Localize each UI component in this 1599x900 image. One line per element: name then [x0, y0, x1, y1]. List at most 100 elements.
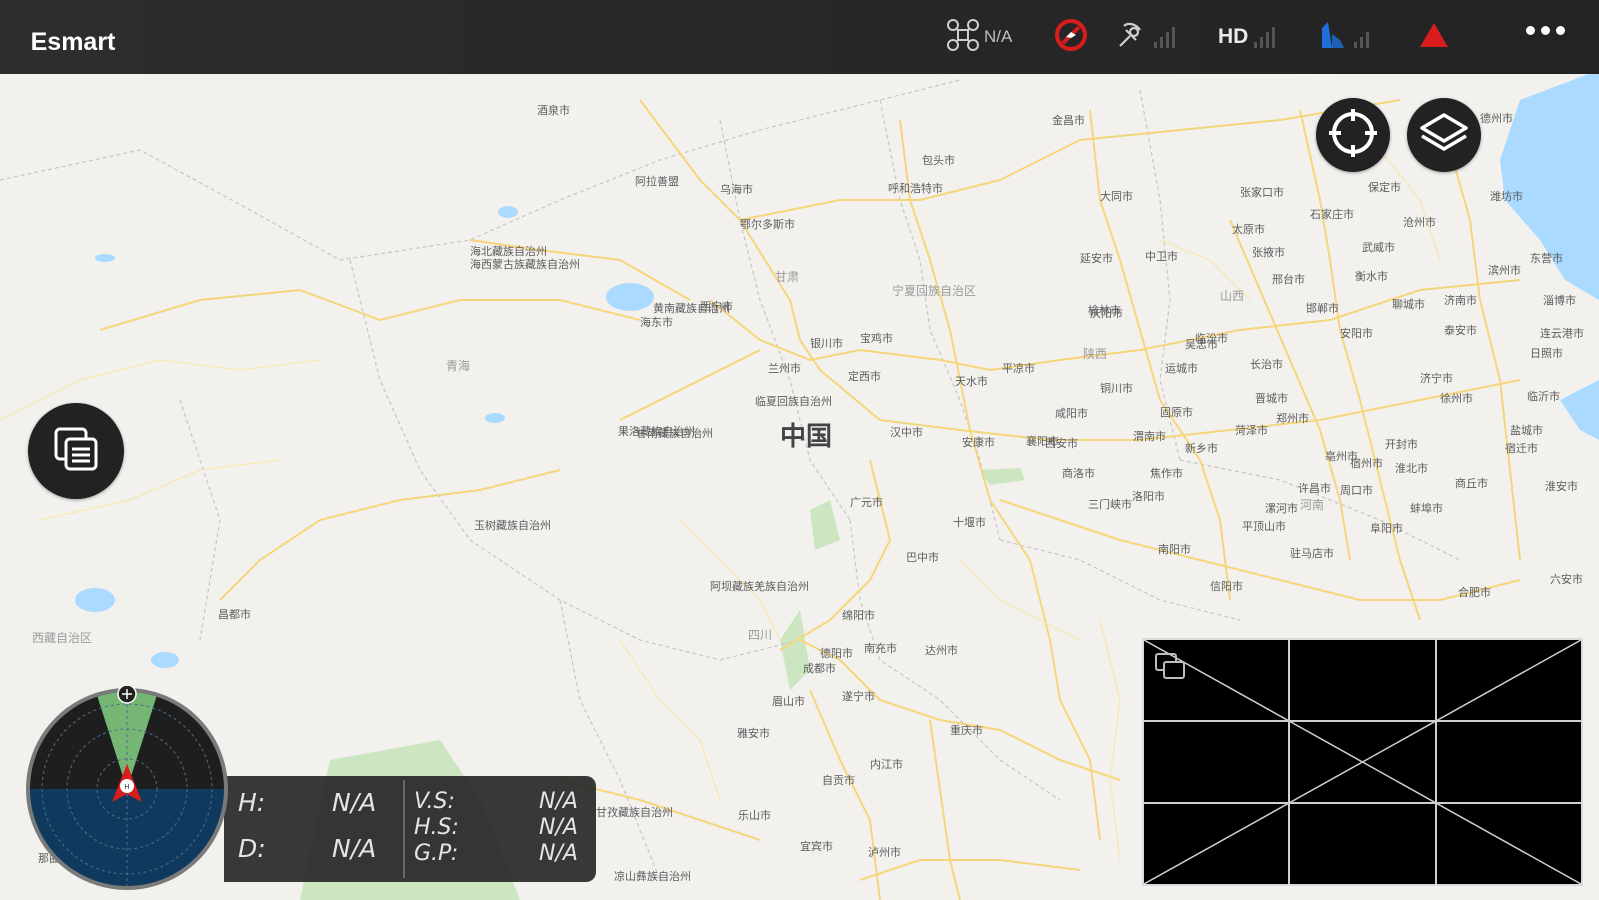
map-place-label: 漯河市 [1265, 502, 1298, 515]
map-place-label: 张家口市 [1240, 186, 1284, 199]
remote-signal-status[interactable] [1114, 16, 1175, 58]
map-place-label: 凉山彝族自治州 [614, 870, 691, 883]
map-place-label: 徐州市 [1440, 392, 1473, 405]
height-label: H: [238, 788, 266, 817]
map-place-label: 新乡市 [1185, 442, 1218, 455]
map-place-label: 阿拉善盟 [635, 175, 679, 188]
no-fly-zone-status[interactable] [1054, 16, 1088, 58]
map-region-label: 西藏自治区 [32, 631, 93, 645]
map-place-label: 安阳市 [1340, 327, 1373, 340]
map-place-label: 阜阳市 [1370, 522, 1403, 535]
map-place-label: 鄂尔多斯市 [740, 218, 795, 231]
more-icon [1526, 26, 1535, 35]
map-place-label: 邯郸市 [1306, 302, 1339, 315]
map-place-label: 阿坝藏族羌族自治州 [710, 580, 809, 593]
map-place-label: 定西市 [848, 370, 881, 383]
map-place-label: 晋城市 [1255, 392, 1288, 405]
map-place-label: 成都市 [803, 662, 836, 675]
map-place-label: 包头市 [922, 154, 955, 167]
map-region-label: 山西 [1220, 289, 1245, 303]
map-place-label: 德州市 [1480, 112, 1513, 125]
map-place-label: 南阳市 [1158, 543, 1191, 556]
warning-status[interactable] [1418, 16, 1450, 58]
more-menu-button[interactable] [1526, 26, 1565, 35]
map-place-label: 咸阳市 [1055, 407, 1088, 420]
map-place-label: 长治市 [1250, 358, 1283, 371]
warning-icon [1418, 20, 1450, 55]
map-place-label: 固原市 [1160, 406, 1193, 419]
map-place-label: 巴中市 [906, 551, 939, 564]
map-place-label: 乐山市 [738, 809, 771, 822]
map-place-label: 三门峡市 [1088, 498, 1132, 511]
map-place-label: 临汾市 [1195, 332, 1228, 345]
map-place-label: 盐城市 [1510, 424, 1543, 437]
map-place-label: 榆林市 [1088, 304, 1121, 317]
map-place-label: 开封市 [1385, 438, 1418, 451]
map-place-label: 天水市 [955, 375, 988, 388]
aircraft-mode-status[interactable]: N/A [946, 16, 1012, 58]
map-place-label: 酒泉市 [537, 104, 570, 117]
map-place-label: 平凉市 [1002, 362, 1035, 375]
map-place-label: 果洛藏族自治州 [618, 425, 695, 438]
layers-icon [1416, 105, 1472, 166]
map-place-label: 玉树藏族自治州 [474, 519, 551, 532]
map-place-label: 许昌市 [1298, 482, 1331, 495]
map-region-label: 甘肃 [775, 270, 800, 284]
map-place-label: 海东市 [640, 316, 673, 329]
map-place-label: 宿迁市 [1505, 442, 1538, 455]
map-region-label: 青海 [446, 359, 471, 373]
top-status-bar: Esmart N/A HD [0, 0, 1599, 74]
drone-icon [946, 18, 980, 57]
map-place-label: 德阳市 [820, 647, 853, 660]
map-place-label: 绵阳市 [842, 609, 875, 622]
map-place-label: 淮安市 [1545, 480, 1578, 493]
locate-button[interactable] [1316, 98, 1390, 172]
hd-signal-status[interactable]: HD [1218, 16, 1276, 58]
telemetry-panel: H: N/A D: N/A V.S: N/A H.S: N/A G.P: N/A [224, 776, 596, 882]
map-place-label: 焦作市 [1150, 467, 1183, 480]
vertical-speed-value: N/A [539, 789, 578, 814]
locate-icon [1325, 105, 1381, 166]
distance-label: D: [238, 834, 266, 863]
map-place-label: 内江市 [870, 758, 903, 771]
map-place-label: 乌海市 [720, 183, 753, 196]
map-place-label: 平顶山市 [1242, 520, 1286, 533]
vertical-speed-label: V.S: [414, 789, 455, 814]
map-place-label: 衡水市 [1355, 270, 1388, 283]
map-place-label: 洛阳市 [1132, 490, 1165, 503]
aircraft-mode-value: N/A [984, 27, 1013, 46]
map-place-label: 大同市 [1100, 190, 1133, 203]
no-fly-zone-icon [1054, 18, 1088, 57]
horizontal-speed-label: H.S: [414, 815, 459, 840]
map-place-label: 铜川市 [1100, 382, 1133, 395]
map-place-label: 西安市 [1045, 437, 1078, 450]
map-place-label: 日照市 [1530, 347, 1563, 360]
map-place-label: 泸州市 [868, 846, 901, 859]
camera-preview-window[interactable] [1142, 638, 1583, 886]
remote-signal-bars [1154, 26, 1175, 48]
map-place-label: 遂宁市 [842, 690, 875, 703]
map-place-label: 金昌市 [1052, 114, 1085, 127]
attitude-radar[interactable]: H [24, 684, 230, 892]
battery-status[interactable] [1318, 16, 1369, 58]
map-place-label: 宜宾市 [800, 840, 833, 853]
map-place-label: 南充市 [864, 642, 897, 655]
app-title[interactable]: Esmart [0, 0, 146, 74]
map-place-label: 昌都市 [218, 608, 251, 621]
hd-signal-bars [1254, 26, 1276, 48]
horizontal-speed-value: N/A [539, 815, 578, 840]
map-place-label: 呼和浩特市 [888, 182, 943, 195]
map-place-label: 渭南市 [1133, 430, 1166, 443]
map-place-label: 达州市 [925, 644, 958, 657]
camera-grid-overlay [1144, 640, 1581, 884]
map-place-label: 连云港市 [1540, 327, 1584, 340]
map-place-label: 商洛市 [1062, 467, 1095, 480]
height-value: N/A [332, 788, 377, 817]
map-place-label: 聊城市 [1392, 298, 1425, 311]
map-place-label: 重庆市 [950, 724, 983, 737]
switch-view-button[interactable] [28, 403, 124, 499]
map-place-label: 泰安市 [1444, 324, 1477, 337]
map-layers-button[interactable] [1407, 98, 1481, 172]
map-place-label: 周口市 [1340, 484, 1373, 497]
map-place-label: 济南市 [1444, 294, 1477, 307]
